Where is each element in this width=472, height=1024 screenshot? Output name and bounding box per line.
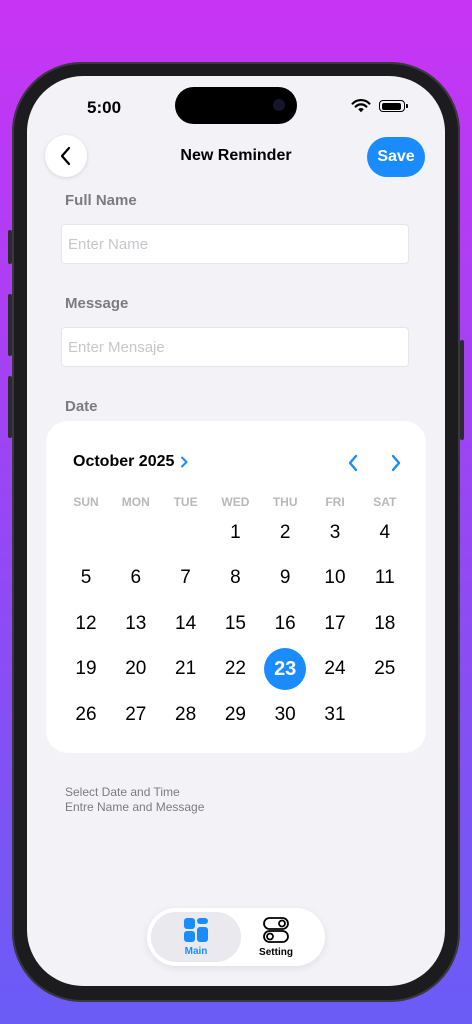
day-10[interactable]: 10 [314,557,356,599]
day-18[interactable]: 18 [364,603,406,645]
day-7[interactable]: 7 [165,557,207,599]
day-13[interactable]: 13 [115,603,157,645]
screen: 5:00 New Reminder Save Full Name Message… [27,76,445,986]
day-15[interactable]: 15 [214,603,256,645]
day-28[interactable]: 28 [165,694,207,736]
weekday-fri: FRI [325,495,345,509]
day-11[interactable]: 11 [364,557,406,599]
month-selector[interactable]: October 2025 [73,453,188,471]
day-2[interactable]: 2 [264,512,306,554]
chevron-right-icon [391,454,401,472]
day-30[interactable]: 30 [264,694,306,736]
wifi-icon [351,99,371,113]
day-9[interactable]: 9 [264,557,306,599]
day-14[interactable]: 14 [165,603,207,645]
day-25[interactable]: 25 [364,648,406,690]
message-label: Message [65,295,129,312]
day-16[interactable]: 16 [264,603,306,645]
day-27[interactable]: 27 [115,694,157,736]
day-5[interactable]: 5 [65,557,107,599]
battery-icon [379,100,408,112]
day-8[interactable]: 8 [214,557,256,599]
volume-up-button [8,294,12,356]
weekday-thu: THU [272,495,298,509]
weekday-tue: TUE [173,495,198,509]
dynamic-island [175,87,297,124]
tab-setting[interactable]: Setting [231,912,321,962]
weekday-mon: MON [121,495,150,509]
day-1[interactable]: 1 [214,512,256,554]
power-button [460,340,464,440]
selected-day[interactable]: 23 [264,648,307,691]
full-name-input[interactable] [61,224,409,264]
day-21[interactable]: 21 [165,648,207,690]
day-29[interactable]: 29 [214,694,256,736]
volume-down-button [8,376,12,438]
tab-main-label: Main [184,946,208,957]
grid-icon [184,918,208,942]
day-12[interactable]: 12 [65,603,107,645]
status-time: 5:00 [87,98,122,117]
message-input[interactable] [61,327,409,367]
hint-line-1: Select Date and Time [65,785,180,799]
weekday-sat: SAT [373,495,397,509]
day-20[interactable]: 20 [115,648,157,690]
action-button [8,230,12,264]
chevron-right-icon [181,456,188,468]
date-label: Date [65,398,98,415]
status-icons [351,99,408,113]
next-month-button[interactable] [384,451,408,475]
weekday-sun: SUN [73,495,99,509]
day-4[interactable]: 4 [364,512,406,554]
day-19[interactable]: 19 [65,648,107,690]
toggles-icon [263,917,289,943]
hint-line-2: Entre Name and Message [65,800,205,814]
month-label: October 2025 [73,453,175,470]
weekday-wed: WED [221,495,250,509]
day-3[interactable]: 3 [314,512,356,554]
day-22[interactable]: 22 [214,648,256,690]
full-name-label: Full Name [65,192,137,209]
chevron-left-icon [348,454,358,472]
save-button[interactable]: Save [367,137,425,177]
tab-bar: Main Setting [147,908,325,966]
previous-month-button[interactable] [341,451,365,475]
day-31[interactable]: 31 [314,694,356,736]
camera-icon [273,99,285,111]
day-17[interactable]: 17 [314,603,356,645]
day-26[interactable]: 26 [65,694,107,736]
calendar: October 2025 SUN MON TUE WED THU FRI SAT 12345… [46,421,426,753]
day-6[interactable]: 6 [115,557,157,599]
tab-main[interactable]: Main [151,912,241,962]
day-24[interactable]: 24 [314,648,356,690]
tab-setting-label: Setting [259,947,293,958]
